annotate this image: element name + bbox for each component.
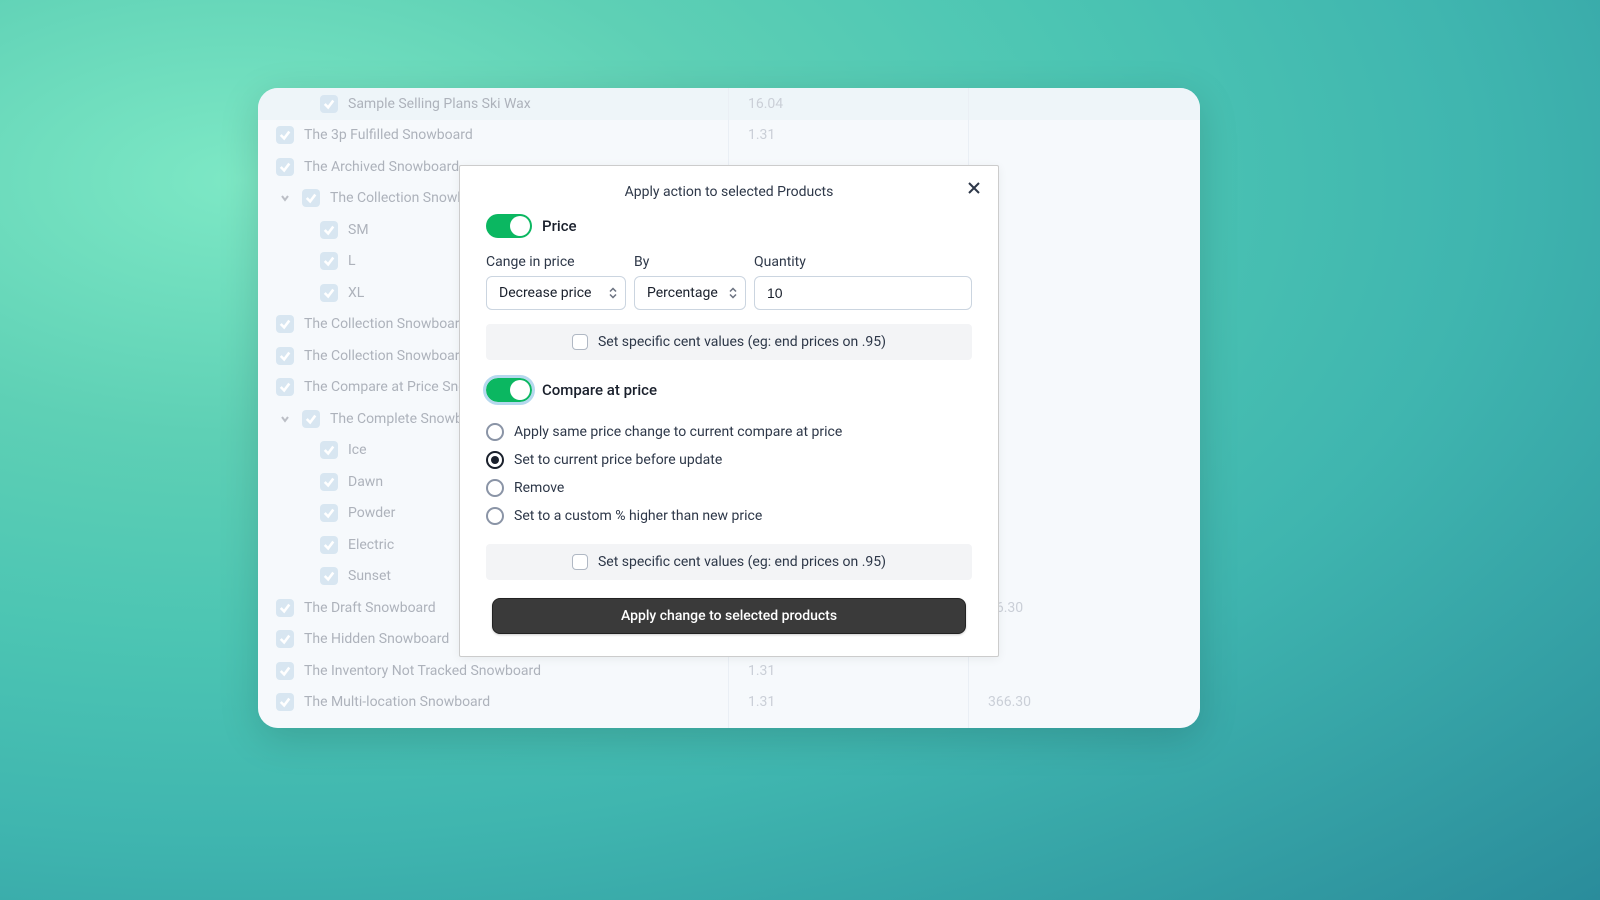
compare-cents-label: Set specific cent values (eg: end prices…: [598, 554, 886, 570]
row-checkbox[interactable]: [276, 126, 294, 144]
row-label: Dawn: [348, 474, 383, 490]
row-price: 1.31: [728, 694, 968, 710]
radio-button[interactable]: [486, 479, 504, 497]
table-row[interactable]: The 3p Fulfilled Snowboard 1.31: [258, 120, 1200, 152]
price-toggle-label: Price: [542, 217, 577, 235]
price-toggle[interactable]: [486, 214, 532, 238]
row-checkbox[interactable]: [320, 504, 338, 522]
row-checkbox[interactable]: [320, 252, 338, 270]
row-label: Sunset: [348, 568, 391, 584]
row-checkbox[interactable]: [276, 662, 294, 680]
radio-label: Set to a custom % higher than new price: [514, 508, 762, 524]
row-checkbox[interactable]: [320, 284, 338, 302]
chevron-down-icon[interactable]: [276, 193, 294, 203]
row-label: L: [348, 253, 356, 269]
compare-at-radio-group: Apply same price change to current compa…: [486, 418, 972, 530]
compare-radio-option[interactable]: Apply same price change to current compa…: [486, 418, 972, 446]
row-checkbox[interactable]: [276, 693, 294, 711]
compare-radio-option[interactable]: Set to current price before update: [486, 446, 972, 474]
compare-radio-option[interactable]: Set to a custom % higher than new price: [486, 502, 972, 530]
row-label: Ice: [348, 442, 367, 458]
row-price: 1.31: [728, 127, 968, 143]
row-price: 1.31: [728, 663, 968, 679]
by-select[interactable]: Percentage: [634, 276, 746, 310]
radio-label: Remove: [514, 480, 564, 496]
row-label: SM: [348, 222, 369, 238]
compare-at-price-toggle[interactable]: [486, 378, 532, 402]
row-checkbox[interactable]: [276, 378, 294, 396]
row-label: The Hidden Snowboard: [304, 631, 449, 647]
compare-cents-checkbox[interactable]: [572, 554, 588, 570]
row-third: 366.30: [968, 694, 1188, 710]
compare-at-price-toggle-label: Compare at price: [542, 381, 657, 399]
row-third: 66.30: [968, 600, 1188, 616]
close-icon[interactable]: [964, 178, 984, 198]
row-checkbox[interactable]: [320, 536, 338, 554]
price-cents-label: Set specific cent values (eg: end prices…: [598, 334, 886, 350]
chevron-updown-icon: [729, 288, 737, 299]
change-in-price-label: Cange in price: [486, 254, 626, 270]
row-label: The Archived Snowboard: [304, 159, 459, 175]
price-cents-checkbox[interactable]: [572, 334, 588, 350]
row-label: XL: [348, 285, 364, 301]
table-row[interactable]: Sample Selling Plans Ski Wax 16.04: [258, 88, 1200, 120]
row-checkbox[interactable]: [320, 221, 338, 239]
row-checkbox[interactable]: [302, 410, 320, 428]
compare-radio-option[interactable]: Remove: [486, 474, 972, 502]
modal-title: Apply action to selected Products: [625, 184, 834, 200]
row-label: Electric: [348, 537, 394, 553]
apply-action-modal: Apply action to selected Products Price …: [459, 165, 999, 657]
row-checkbox[interactable]: [320, 95, 338, 113]
row-label: The Multi-location Snowboard: [304, 694, 490, 710]
row-checkbox[interactable]: [320, 441, 338, 459]
radio-button[interactable]: [486, 451, 504, 469]
radio-label: Apply same price change to current compa…: [514, 424, 842, 440]
row-checkbox[interactable]: [302, 189, 320, 207]
row-checkbox[interactable]: [320, 567, 338, 585]
price-cents-row[interactable]: Set specific cent values (eg: end prices…: [486, 324, 972, 360]
row-checkbox[interactable]: [276, 158, 294, 176]
row-label: Powder: [348, 505, 395, 521]
row-label: The 3p Fulfilled Snowboard: [304, 127, 473, 143]
row-checkbox[interactable]: [276, 599, 294, 617]
radio-button[interactable]: [486, 507, 504, 525]
change-in-price-select[interactable]: Decrease price: [486, 276, 626, 310]
by-label: By: [634, 254, 746, 270]
row-checkbox[interactable]: [276, 347, 294, 365]
table-row[interactable]: The Inventory Not Tracked Snowboard 1.31: [258, 655, 1200, 687]
quantity-input[interactable]: [754, 276, 972, 310]
row-checkbox[interactable]: [276, 630, 294, 648]
row-checkbox[interactable]: [276, 315, 294, 333]
radio-button[interactable]: [486, 423, 504, 441]
compare-cents-row[interactable]: Set specific cent values (eg: end prices…: [486, 544, 972, 580]
row-label: The Inventory Not Tracked Snowboard: [304, 663, 541, 679]
table-row[interactable]: The Multi-location Snowboard 1.31366.30: [258, 687, 1200, 719]
radio-label: Set to current price before update: [514, 452, 722, 468]
chevron-updown-icon: [609, 288, 617, 299]
row-checkbox[interactable]: [320, 473, 338, 491]
row-label: Sample Selling Plans Ski Wax: [348, 96, 531, 112]
quantity-label: Quantity: [754, 254, 972, 270]
chevron-down-icon[interactable]: [276, 414, 294, 424]
row-label: The Draft Snowboard: [304, 600, 436, 616]
apply-change-button[interactable]: Apply change to selected products: [492, 598, 966, 634]
modal-header: Apply action to selected Products: [460, 166, 998, 214]
row-price: 16.04: [728, 96, 968, 112]
